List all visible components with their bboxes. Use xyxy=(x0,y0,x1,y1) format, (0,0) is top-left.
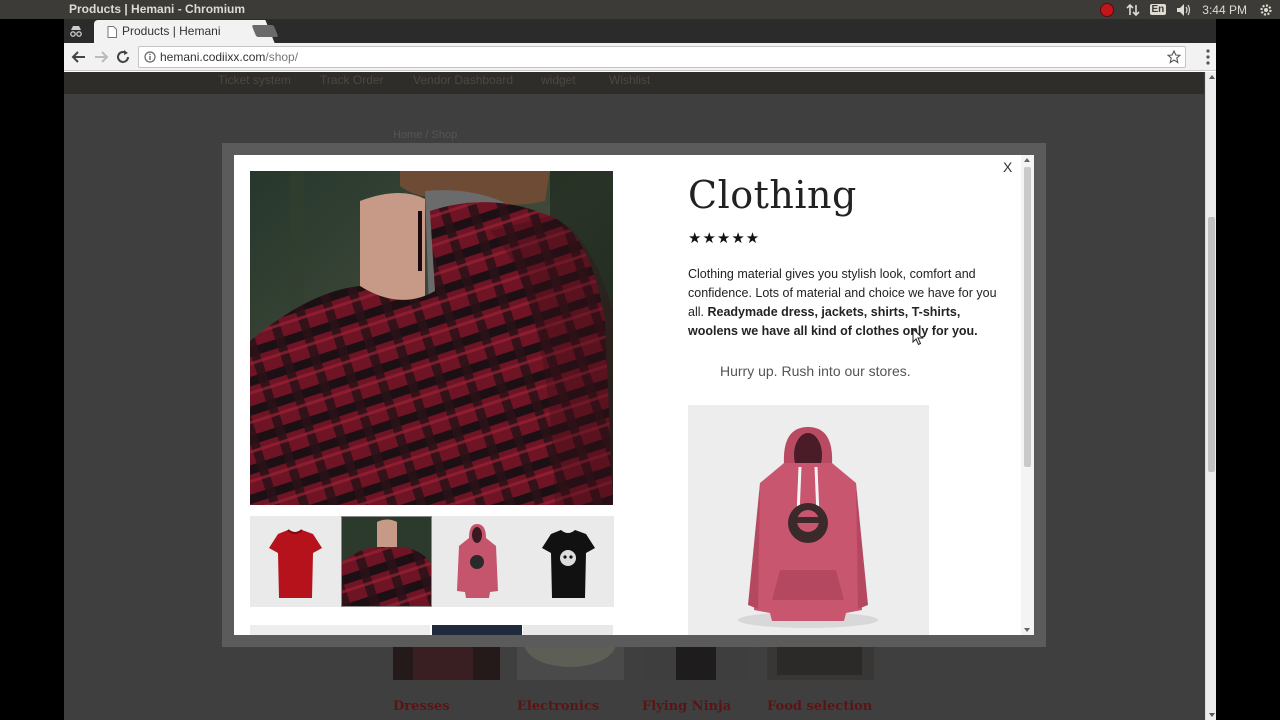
tab-products[interactable]: Products | Hemani xyxy=(94,20,262,43)
category-link-electronics[interactable]: Electronics xyxy=(517,699,599,714)
scroll-down-arrow-icon[interactable] xyxy=(1209,713,1215,717)
address-bar[interactable]: hemani.codiixx.com/shop/ xyxy=(138,46,1186,68)
gallery-thumb-plaid-shirt[interactable] xyxy=(341,516,432,607)
close-button[interactable]: X xyxy=(1003,159,1012,175)
tagline: Hurry up. Rush into our stores. xyxy=(720,363,911,379)
reload-icon[interactable] xyxy=(114,48,132,66)
category-link-flying-ninja[interactable]: Flying Ninja xyxy=(642,699,731,714)
nav-ticket-system[interactable]: Ticket system xyxy=(218,73,291,87)
gallery-thumb-pink-hoodie[interactable] xyxy=(432,516,523,607)
star-rating-icon: ★★★★★ xyxy=(688,229,761,247)
gallery-thumb-row2-a[interactable] xyxy=(250,625,430,635)
description-bold-text: Readymade dress, jackets, shirts, T-shir… xyxy=(688,305,978,338)
plaid-shirt-icon xyxy=(342,517,431,606)
clock[interactable]: 3:44 PM xyxy=(1202,3,1247,17)
category-link-dresses[interactable]: Dresses xyxy=(393,699,450,714)
product-description: Clothing material gives you stylish look… xyxy=(688,265,1008,341)
browser-window: Products | Hemani hemani.codiixx.com/sho… xyxy=(64,19,1216,720)
nav-track-order[interactable]: Track Order xyxy=(320,73,384,87)
info-icon[interactable] xyxy=(144,51,156,63)
browser-menu-icon[interactable] xyxy=(1206,49,1210,65)
main-product-image xyxy=(250,171,613,505)
url-path: /shop/ xyxy=(265,50,299,64)
category-link-food-selection[interactable]: Food selection xyxy=(767,699,872,714)
gallery-thumb-row2-b[interactable] xyxy=(432,625,522,635)
gear-icon[interactable] xyxy=(1259,3,1273,17)
pink-hoodie-icon xyxy=(457,524,498,598)
system-tray: En 3:44 PM xyxy=(1099,0,1280,19)
page-scrollbar[interactable] xyxy=(1205,72,1216,720)
nav-wishlist[interactable]: Wishlist xyxy=(609,73,650,87)
incognito-icon xyxy=(70,26,82,37)
nav-vendor-dashboard[interactable]: Vendor Dashboard xyxy=(413,73,513,87)
network-icon[interactable] xyxy=(1125,3,1140,17)
product-title: Clothing xyxy=(688,173,857,217)
volume-icon[interactable] xyxy=(1176,3,1192,17)
bookmark-star-icon[interactable] xyxy=(1167,50,1181,64)
back-arrow-icon[interactable] xyxy=(70,48,88,66)
page-scroll-thumb[interactable] xyxy=(1208,217,1215,472)
mouse-cursor-icon xyxy=(912,328,924,346)
red-tshirt-icon xyxy=(269,529,322,598)
breadcrumb[interactable]: Home / Shop xyxy=(393,129,457,141)
hoodie-illustration xyxy=(738,427,878,628)
site-navigation: Ticket system Track Order Vendor Dashboa… xyxy=(64,72,1204,94)
modal-scrollbar[interactable] xyxy=(1021,155,1034,635)
keyboard-language-indicator[interactable]: En xyxy=(1149,4,1167,15)
os-top-bar: Products | Hemani - Chromium En 3:44 PM xyxy=(0,0,1280,19)
modal-scroll-thumb[interactable] xyxy=(1024,167,1031,467)
black-tshirt-icon xyxy=(542,530,595,598)
nav-widget[interactable]: widget xyxy=(541,73,576,87)
modal-scroll-up-arrow-icon[interactable] xyxy=(1024,158,1030,162)
window-title: Products | Hemani - Chromium xyxy=(69,2,246,16)
url-host: hemani.codiixx.com xyxy=(160,50,266,64)
gallery-thumb-red-tshirt[interactable] xyxy=(250,516,341,607)
quick-view-modal-frame: X Clothing ★★★★★ Clothing material gives… xyxy=(222,143,1046,647)
hoodie-product-image xyxy=(688,405,929,635)
gallery-thumb-black-tshirt[interactable] xyxy=(523,516,614,607)
quick-view-modal: X Clothing ★★★★★ Clothing material gives… xyxy=(234,155,1034,635)
modal-scroll-down-arrow-icon[interactable] xyxy=(1024,628,1030,632)
scroll-up-arrow-icon[interactable] xyxy=(1209,75,1215,79)
tab-strip: Products | Hemani xyxy=(64,19,1216,43)
browser-toolbar: hemani.codiixx.com/shop/ xyxy=(64,43,1216,71)
url-text[interactable]: hemani.codiixx.com/shop/ xyxy=(160,50,298,64)
forward-arrow-icon[interactable] xyxy=(92,48,110,66)
page-icon xyxy=(107,26,117,38)
new-tab-button[interactable] xyxy=(251,25,279,37)
page-viewport: Ticket system Track Order Vendor Dashboa… xyxy=(64,72,1216,720)
gallery-thumb-row2-c[interactable] xyxy=(523,625,613,635)
record-indicator-icon[interactable] xyxy=(1099,2,1114,17)
tab-title: Products | Hemani xyxy=(122,24,221,38)
